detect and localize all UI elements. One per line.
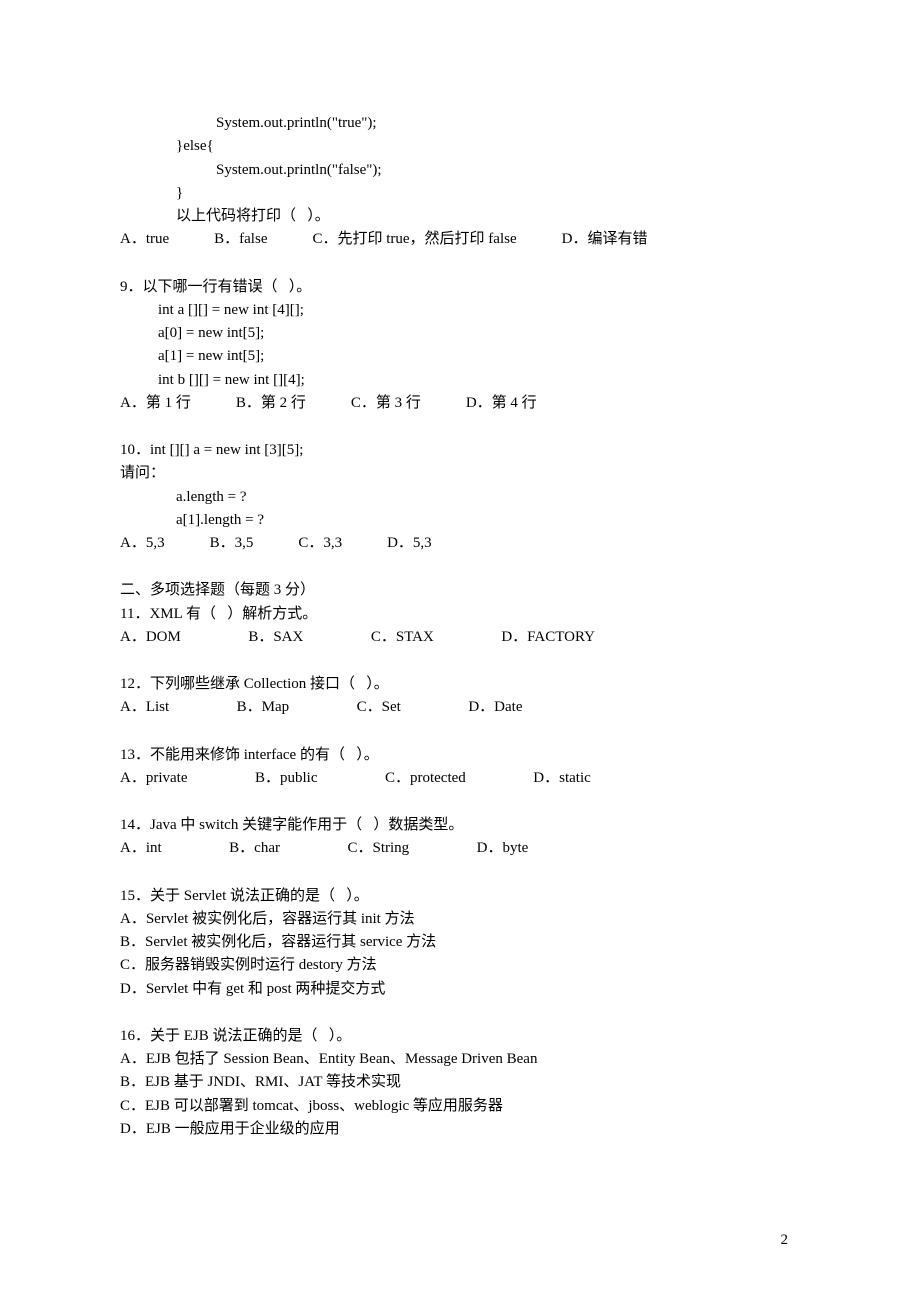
options: A．5,3 B．3,5 C．3,3 D．5,3 (120, 532, 800, 555)
code-line: int a [][] = new int [4][]; (120, 299, 800, 322)
section-2-header: 二、多项选择题（每题 3 分） (120, 579, 800, 602)
code-line: a[0] = new int[5]; (120, 322, 800, 345)
code-line: System.out.println("true"); (120, 112, 800, 135)
question-stem: 10．int [][] a = new int [3][5]; (120, 439, 800, 462)
options: A．第 1 行 B．第 2 行 C．第 3 行 D．第 4 行 (120, 392, 800, 415)
code-line: int b [][] = new int [][4]; (120, 369, 800, 392)
question-8-fragment: System.out.println("true"); }else{ Syste… (120, 112, 800, 252)
question-12-options: A．List B．Map C．Set D．Date (120, 696, 800, 719)
code-line: }else{ (120, 135, 800, 158)
code-line: a.length = ? (120, 486, 800, 509)
page: System.out.println("true"); }else{ Syste… (0, 0, 920, 1302)
question-13-stem: 13．不能用来修饰 interface 的有（ ）。 (120, 744, 800, 767)
question-16: 16．关于 EJB 说法正确的是（ ）。 A．EJB 包括了 Session B… (120, 1025, 800, 1141)
question-14-stem: 14．Java 中 switch 关键字能作用于（ ）数据类型。 (120, 814, 800, 837)
question-11-options: A．DOM B．SAX C．STAX D．FACTORY (120, 626, 800, 649)
option-a: A．Servlet 被实例化后，容器运行其 init 方法 (120, 908, 800, 931)
question-15: 15．关于 Servlet 说法正确的是（ ）。 A．Servlet 被实例化后… (120, 885, 800, 1001)
option-c: C．EJB 可以部署到 tomcat、jboss、weblogic 等应用服务器 (120, 1095, 800, 1118)
question-stem: 9．以下哪一行有错误（ ）。 (120, 276, 800, 299)
question-10: 10．int [][] a = new int [3][5]; 请问： a.le… (120, 439, 800, 555)
question-9: 9．以下哪一行有错误（ ）。 int a [][] = new int [4][… (120, 276, 800, 416)
question-ask: 请问： (120, 462, 800, 485)
question-stem: 15．关于 Servlet 说法正确的是（ ）。 (120, 885, 800, 908)
question-13-options: A．private B．public C．protected D．static (120, 767, 800, 790)
option-c: C．服务器销毁实例时运行 destory 方法 (120, 954, 800, 977)
question-12-stem: 12．下列哪些继承 Collection 接口（ ）。 (120, 673, 800, 696)
code-line: System.out.println("false"); (120, 159, 800, 182)
code-line: a[1] = new int[5]; (120, 345, 800, 368)
option-b: B．Servlet 被实例化后，容器运行其 service 方法 (120, 931, 800, 954)
question-11-stem: 11．XML 有（ ）解析方式。 (120, 603, 800, 626)
options: A．true B．false C．先打印 true，然后打印 false D．编… (120, 228, 800, 251)
question-stem: 16．关于 EJB 说法正确的是（ ）。 (120, 1025, 800, 1048)
option-b: B．EJB 基于 JNDI、RMI、JAT 等技术实现 (120, 1071, 800, 1094)
option-d: D．Servlet 中有 get 和 post 两种提交方式 (120, 978, 800, 1001)
option-d: D．EJB 一般应用于企业级的应用 (120, 1118, 800, 1141)
page-number: 2 (781, 1229, 789, 1252)
code-line: a[1].length = ? (120, 509, 800, 532)
code-line: } (120, 182, 800, 205)
option-a: A．EJB 包括了 Session Bean、Entity Bean、Messa… (120, 1048, 800, 1071)
question-tail: 以上代码将打印（ ）。 (120, 205, 800, 228)
question-14-options: A．int B．char C．String D．byte (120, 837, 800, 860)
